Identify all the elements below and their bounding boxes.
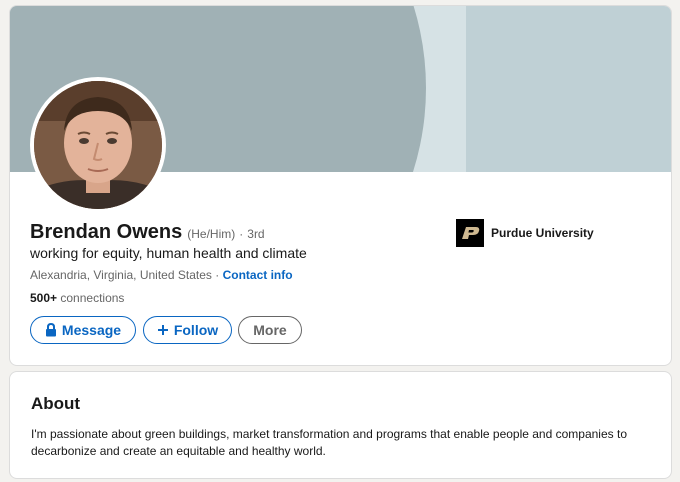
plus-icon [157,324,169,336]
profile-pronouns: (He/Him) [187,227,236,241]
education-entry[interactable]: Purdue University [456,219,594,247]
connections-count[interactable]: 500+ connections [30,291,124,305]
location-separator: · [215,268,220,282]
message-label: Message [61,322,122,338]
about-card: About I'm passionate about green buildin… [9,371,672,479]
message-button[interactable]: Message [30,316,136,344]
name-separator: · [239,227,244,241]
about-text: I'm passionate about green buildings, ma… [31,427,627,458]
about-title: About [31,394,81,413]
connections-label: connections [60,291,125,305]
profile-name-row: Brendan Owens (He/Him) · 3rd [30,221,265,244]
lock-icon [45,323,57,337]
profile-location: Alexandria, Virginia, United States [30,268,212,282]
more-button[interactable]: More [238,316,302,344]
profile-headline: working for equity, human health and cli… [30,245,307,261]
profile-card: Brendan Owens (He/Him) · 3rd working for… [9,5,672,366]
connection-degree: 3rd [247,227,265,241]
profile-photo[interactable] [34,81,162,209]
location-row: Alexandria, Virginia, United States · Co… [30,268,293,282]
education-name: Purdue University [491,226,594,240]
profile-name: Brendan Owens [30,221,183,243]
avatar[interactable] [30,77,166,213]
more-label: More [253,322,287,338]
connections-number: 500+ [30,291,58,305]
purdue-logo-icon [456,219,484,247]
follow-label: Follow [173,322,219,338]
follow-button[interactable]: Follow [143,316,232,344]
profile-photo-image [34,81,162,209]
contact-info-link[interactable]: Contact info [223,268,293,282]
